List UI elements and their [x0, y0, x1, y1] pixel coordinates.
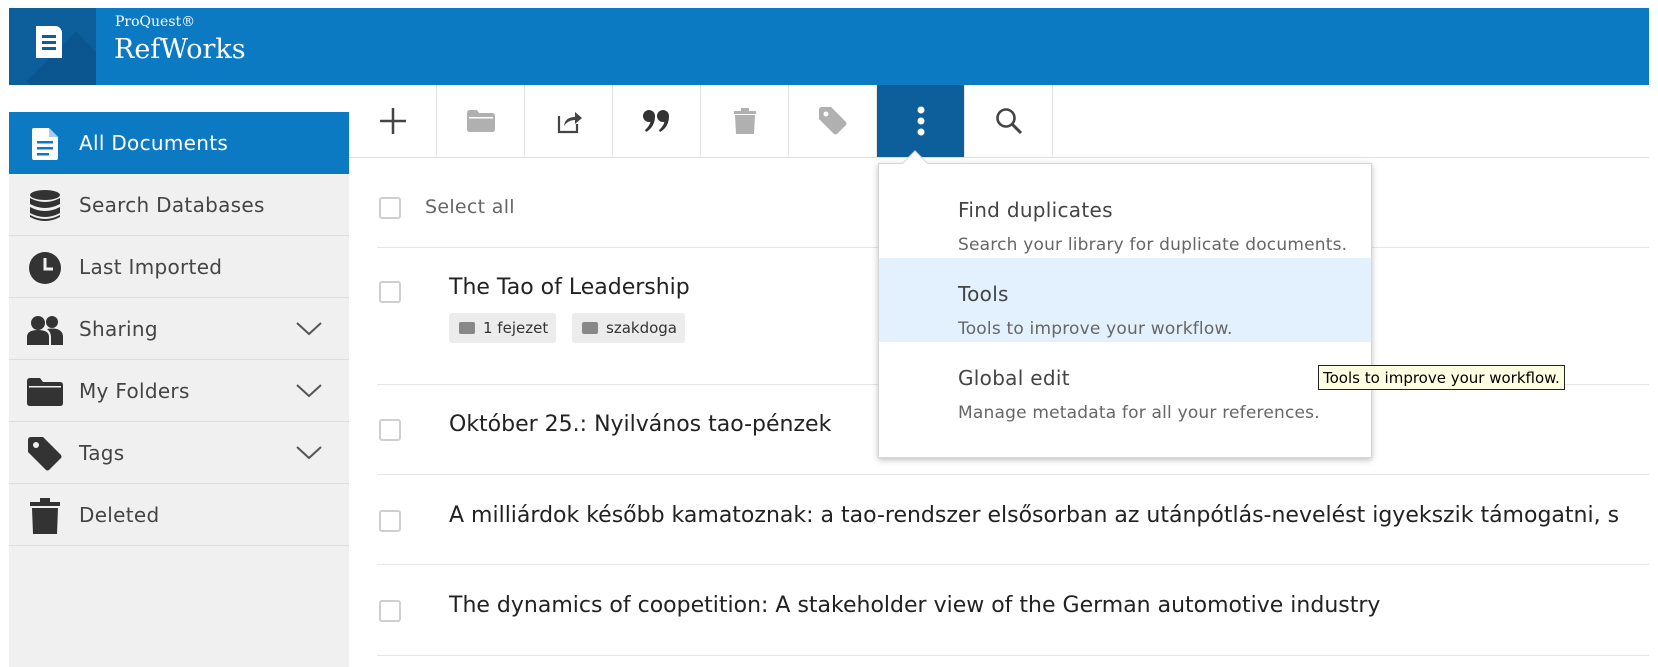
tag-button[interactable]	[789, 85, 877, 157]
document-icon	[36, 26, 62, 58]
row-checkbox[interactable]	[379, 419, 401, 441]
search-button[interactable]	[965, 85, 1053, 157]
menu-item-description: Search your library for duplicate docume…	[958, 235, 1348, 255]
sidebar-item-my-folders[interactable]: My Folders	[9, 360, 349, 422]
brand-proquest: ProQuest®	[115, 14, 196, 30]
sidebar-item-last-imported[interactable]: Last Imported	[9, 236, 349, 298]
app-header: ProQuest® RefWorks	[9, 8, 1649, 85]
folder-tag[interactable]: szakdoga	[572, 313, 685, 343]
quote-icon	[642, 110, 669, 132]
folder-tag[interactable]: 1 fejezet	[449, 313, 557, 343]
add-to-folder-button[interactable]	[437, 85, 525, 157]
menu-item-find-duplicates[interactable]: Find duplicates Search your library for …	[879, 174, 1371, 258]
chevron-down-icon[interactable]	[295, 438, 323, 466]
select-all-checkbox[interactable]	[379, 197, 401, 219]
refworks-app: ProQuest® RefWorks All Documents Search …	[0, 0, 1658, 667]
sidebar-item-label: Deleted	[79, 503, 160, 527]
sidebar-item-label: All Documents	[79, 131, 229, 155]
clock-icon	[27, 250, 63, 286]
sidebar-item-all-documents[interactable]: All Documents	[9, 112, 349, 174]
chevron-down-icon[interactable]	[295, 314, 323, 342]
more-options-menu: Find duplicates Search your library for …	[878, 163, 1372, 458]
sidebar-item-deleted[interactable]: Deleted	[9, 484, 349, 546]
document-title[interactable]: The dynamics of coopetition: A stakehold…	[449, 593, 1380, 618]
sidebar-item-label: Search Databases	[79, 193, 265, 217]
delete-button[interactable]	[701, 85, 789, 157]
row-checkbox[interactable]	[379, 281, 401, 303]
document-title[interactable]: The Tao of Leadership	[449, 275, 690, 300]
database-icon	[27, 188, 63, 224]
menu-item-global-edit[interactable]: Global edit Manage metadata for all your…	[879, 342, 1371, 426]
share-button[interactable]	[525, 85, 613, 157]
tag-icon	[818, 107, 846, 135]
sidebar-item-label: My Folders	[79, 379, 190, 403]
sidebar-item-search-databases[interactable]: Search Databases	[9, 174, 349, 236]
search-icon	[995, 108, 1022, 135]
folder-tag-label: szakdoga	[606, 319, 677, 337]
menu-item-description: Manage metadata for all your references.	[958, 403, 1320, 423]
row-checkbox[interactable]	[379, 510, 401, 532]
folder-icon	[459, 322, 475, 334]
divider	[377, 655, 1649, 656]
toolbar	[349, 85, 1649, 158]
folder-icon	[27, 374, 63, 410]
add-icon	[379, 108, 406, 134]
sidebar: All Documents Search Databases Last Impo…	[9, 112, 349, 667]
trash-icon	[733, 108, 756, 134]
row-checkbox[interactable]	[379, 600, 401, 622]
folder-icon	[466, 110, 495, 132]
select-all-label: Select all	[425, 196, 515, 218]
more-vertical-icon	[917, 106, 924, 136]
brand-refworks: RefWorks	[114, 34, 246, 65]
sidebar-item-sharing[interactable]: Sharing	[9, 298, 349, 360]
share-icon	[557, 112, 582, 134]
divider	[377, 474, 1649, 475]
refworks-logo[interactable]	[9, 8, 96, 85]
chevron-down-icon[interactable]	[295, 376, 323, 404]
menu-item-tools[interactable]: Tools Tools to improve your workflow.	[879, 258, 1371, 342]
document-title[interactable]: A milliárdok később kamatoznak: a tao-re…	[449, 503, 1619, 528]
document-title[interactable]: Október 25.: Nyilvános tao-pénzek	[449, 412, 831, 437]
trash-icon	[27, 498, 63, 534]
menu-item-description: Tools to improve your workflow.	[958, 319, 1233, 339]
menu-item-title: Tools	[958, 282, 1009, 306]
folder-tag-label: 1 fejezet	[483, 319, 549, 337]
folder-icon	[582, 322, 598, 334]
sidebar-item-label: Tags	[79, 441, 125, 465]
sidebar-item-tags[interactable]: Tags	[9, 422, 349, 484]
sidebar-item-label: Sharing	[79, 317, 158, 341]
menu-item-title: Find duplicates	[958, 198, 1113, 222]
sidebar-item-label: Last Imported	[79, 255, 223, 279]
tag-icon	[27, 436, 63, 472]
menu-item-title: Global edit	[958, 366, 1070, 390]
people-icon	[27, 312, 63, 348]
document-icon	[27, 126, 63, 162]
cite-button[interactable]	[613, 85, 701, 157]
divider	[377, 564, 1649, 565]
tooltip: Tools to improve your workflow.	[1318, 365, 1565, 390]
add-button[interactable]	[349, 85, 437, 157]
more-options-button[interactable]	[877, 85, 965, 157]
